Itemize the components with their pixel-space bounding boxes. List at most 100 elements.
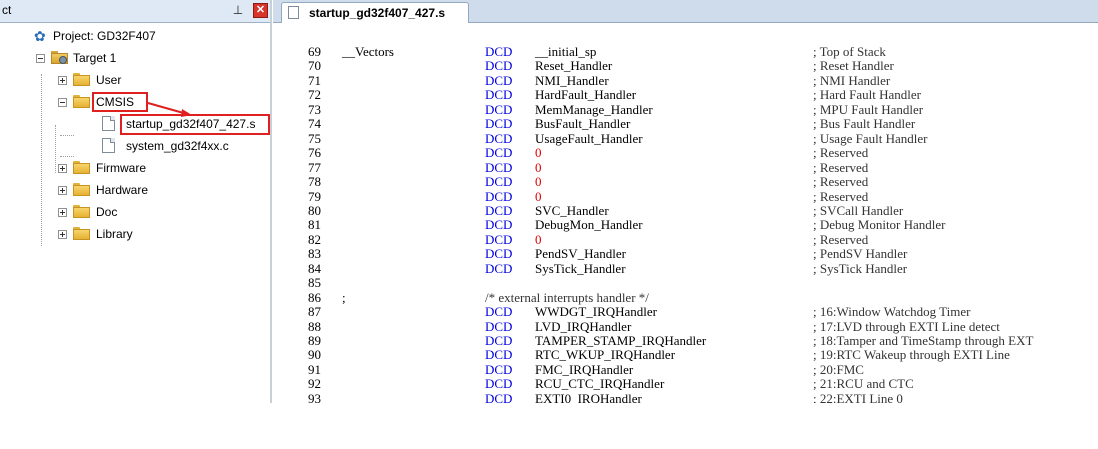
- code-operand: EXTI0_IRQHandler: [535, 390, 642, 403]
- code-comment: ; SysTick Handler: [813, 260, 908, 276]
- code-line: 76 DCD 0 ; Reserved: [273, 146, 1098, 160]
- code-line: 88 DCD LVD_IRQHandler ; 17:LVD through EXTI…: [273, 318, 1098, 334]
- code-directive: DCD: [485, 58, 513, 74]
- code-comment: ; Reserved: [813, 231, 869, 247]
- line-number: 86: [308, 289, 321, 305]
- tree-item-firmware[interactable]: Firmware: [0, 158, 272, 178]
- expand-icon[interactable]: [58, 186, 67, 195]
- tree-item-hardware[interactable]: Hardware: [0, 180, 272, 200]
- code-comment: ; 17:LVD through EXTI Line detect: [813, 318, 1000, 334]
- tab-startup-file[interactable]: startup_gd32f407_427.s: [281, 2, 469, 23]
- file-icon: [102, 116, 115, 131]
- close-icon[interactable]: ✕: [253, 3, 268, 18]
- code-directive: DCD: [485, 333, 513, 348]
- code-line: 81 DCD DebugMon_Handler ; Debug Monitor Han…: [273, 218, 1098, 232]
- code-area[interactable]: 69 __Vectors DCD __initial_sp ; Top of Stack…: [273, 23, 1098, 403]
- line-number: 72: [308, 87, 321, 103]
- expand-icon[interactable]: [58, 230, 67, 239]
- code-operand: PendSV_Handler: [535, 246, 626, 262]
- code-line: 82 DCD 0 ; Reserved: [273, 231, 1098, 247]
- code-directive: DCD: [485, 304, 513, 320]
- code-comment: ; 20:FMC: [813, 361, 864, 377]
- code-comment: ; Usage Fault Handler: [813, 130, 928, 146]
- pin-icon[interactable]: ⊥: [231, 2, 245, 18]
- line-number: 90: [308, 347, 321, 363]
- code-directive: DCD: [485, 231, 513, 247]
- code-directive: DCD: [485, 130, 513, 146]
- line-number: 69: [308, 44, 321, 59]
- code-line: 72 DCD HardFault_Handler ; Hard Fault Handl…: [273, 88, 1098, 102]
- expand-icon[interactable]: [58, 164, 67, 173]
- collapse-icon[interactable]: [36, 54, 45, 63]
- code-comment: ; Debug Monitor Handler: [813, 217, 946, 233]
- code-directive: DCD: [485, 260, 513, 276]
- code-operand: Reset_Handler: [535, 58, 613, 74]
- code-directive: DCD: [485, 188, 513, 204]
- code-comment: ; SVCall Handler: [813, 202, 904, 218]
- code-operand: SysTick_Handler: [535, 260, 626, 276]
- code-comment: ; Reset Handler: [813, 58, 894, 74]
- tree-item-system-file[interactable]: system_gd32f4xx.c: [0, 136, 272, 156]
- code-operand: 0: [535, 188, 542, 204]
- tree-item-project[interactable]: ✿ Project: GD32F407: [0, 26, 272, 46]
- code-comment: ; 19:RTC Wakeup through EXTI Line: [813, 347, 1010, 363]
- expand-icon[interactable]: [58, 208, 67, 217]
- highlight-box-startup: [120, 114, 270, 135]
- code-line: 75 DCD UsageFault_Handler ; Usage Fault Han…: [273, 130, 1098, 146]
- code-line: 80 DCD SVC_Handler ; SVCall Handler: [273, 202, 1098, 218]
- pane-splitter[interactable]: [270, 0, 272, 403]
- code-editor: startup_gd32f407_427.s 69 __Vectors DCD __i…: [273, 0, 1098, 403]
- code-line: 71 DCD NMI_Handler ; NMI Handler: [273, 72, 1098, 88]
- expand-icon[interactable]: [58, 76, 67, 85]
- tree-label: Firmware: [96, 161, 146, 175]
- code-comment: ; 16:Window Watchdog Timer: [813, 304, 971, 320]
- line-number: 89: [308, 333, 321, 348]
- code-directive: DCD: [485, 174, 513, 190]
- code-directive: DCD: [485, 390, 513, 403]
- tree-label: User: [96, 73, 122, 87]
- code-directive: DCD: [485, 101, 513, 117]
- line-number: 80: [308, 202, 321, 218]
- project-tree: ✿ Project: GD32F407 Target 1 User CMSIS …: [0, 22, 272, 403]
- file-icon: [288, 6, 299, 19]
- code-operand: 0: [535, 231, 542, 247]
- code-line: 86; /* external interrupts handler */: [273, 289, 1098, 305]
- code-comment: ; 22:EXTI Line 0: [813, 390, 903, 403]
- code-comment: ; 18:Tamper and TimeStamp through EXT: [813, 333, 1034, 348]
- code-comment: ; 21:RCU and CTC: [813, 376, 914, 392]
- code-operand: WWDGT_IRQHandler: [535, 304, 658, 320]
- tab-label: startup_gd32f407_427.s: [309, 6, 446, 20]
- code-directive: DCD: [485, 347, 513, 363]
- collapse-icon[interactable]: [58, 98, 67, 107]
- code-comment: ; Reserved: [813, 159, 869, 175]
- file-icon: [102, 138, 115, 153]
- code-directive: DCD: [485, 72, 513, 88]
- code-operand: DebugMon_Handler: [535, 217, 643, 233]
- code-line: 73 DCD MemManage_Handler ; MPU Fault Handle…: [273, 101, 1098, 117]
- line-number: 84: [308, 260, 321, 276]
- highlight-box-cmsis: [92, 92, 148, 112]
- line-number: 79: [308, 188, 321, 204]
- code-operand: HardFault_Handler: [535, 87, 637, 103]
- tree-item-doc[interactable]: Doc: [0, 202, 272, 222]
- code-comment: ; PendSV Handler: [813, 246, 908, 262]
- tree-item-user[interactable]: User: [0, 70, 272, 90]
- code-directive: DCD: [485, 376, 513, 392]
- line-number: 82: [308, 231, 321, 247]
- line-number: 74: [308, 116, 321, 132]
- tree-item-target[interactable]: Target 1: [0, 48, 272, 68]
- code-line: 93 DCD EXTI0_IRQHandler ; 22:EXTI Line 0: [273, 390, 1098, 403]
- folder-icon: [73, 161, 91, 174]
- code-operand: TAMPER_STAMP_IRQHandler: [535, 333, 707, 348]
- code-directive: DCD: [485, 116, 513, 132]
- code-operand: BusFault_Handler: [535, 116, 631, 132]
- code-directive: DCD: [485, 217, 513, 233]
- code-comment: ; Hard Fault Handler: [813, 87, 921, 103]
- code-directive: DCD: [485, 44, 513, 59]
- code-line: 90 DCD RTC_WKUP_IRQHandler ; 19:RTC Wakeup …: [273, 348, 1098, 362]
- code-line: 89 DCD TAMPER_STAMP_IRQHandler ; 18:Tamper …: [273, 334, 1098, 348]
- code-line: 74 DCD BusFault_Handler ; Bus Fault Handler: [273, 117, 1098, 131]
- code-directive: DCD: [485, 318, 513, 334]
- tree-item-library[interactable]: Library: [0, 224, 272, 244]
- folder-icon: [73, 205, 91, 218]
